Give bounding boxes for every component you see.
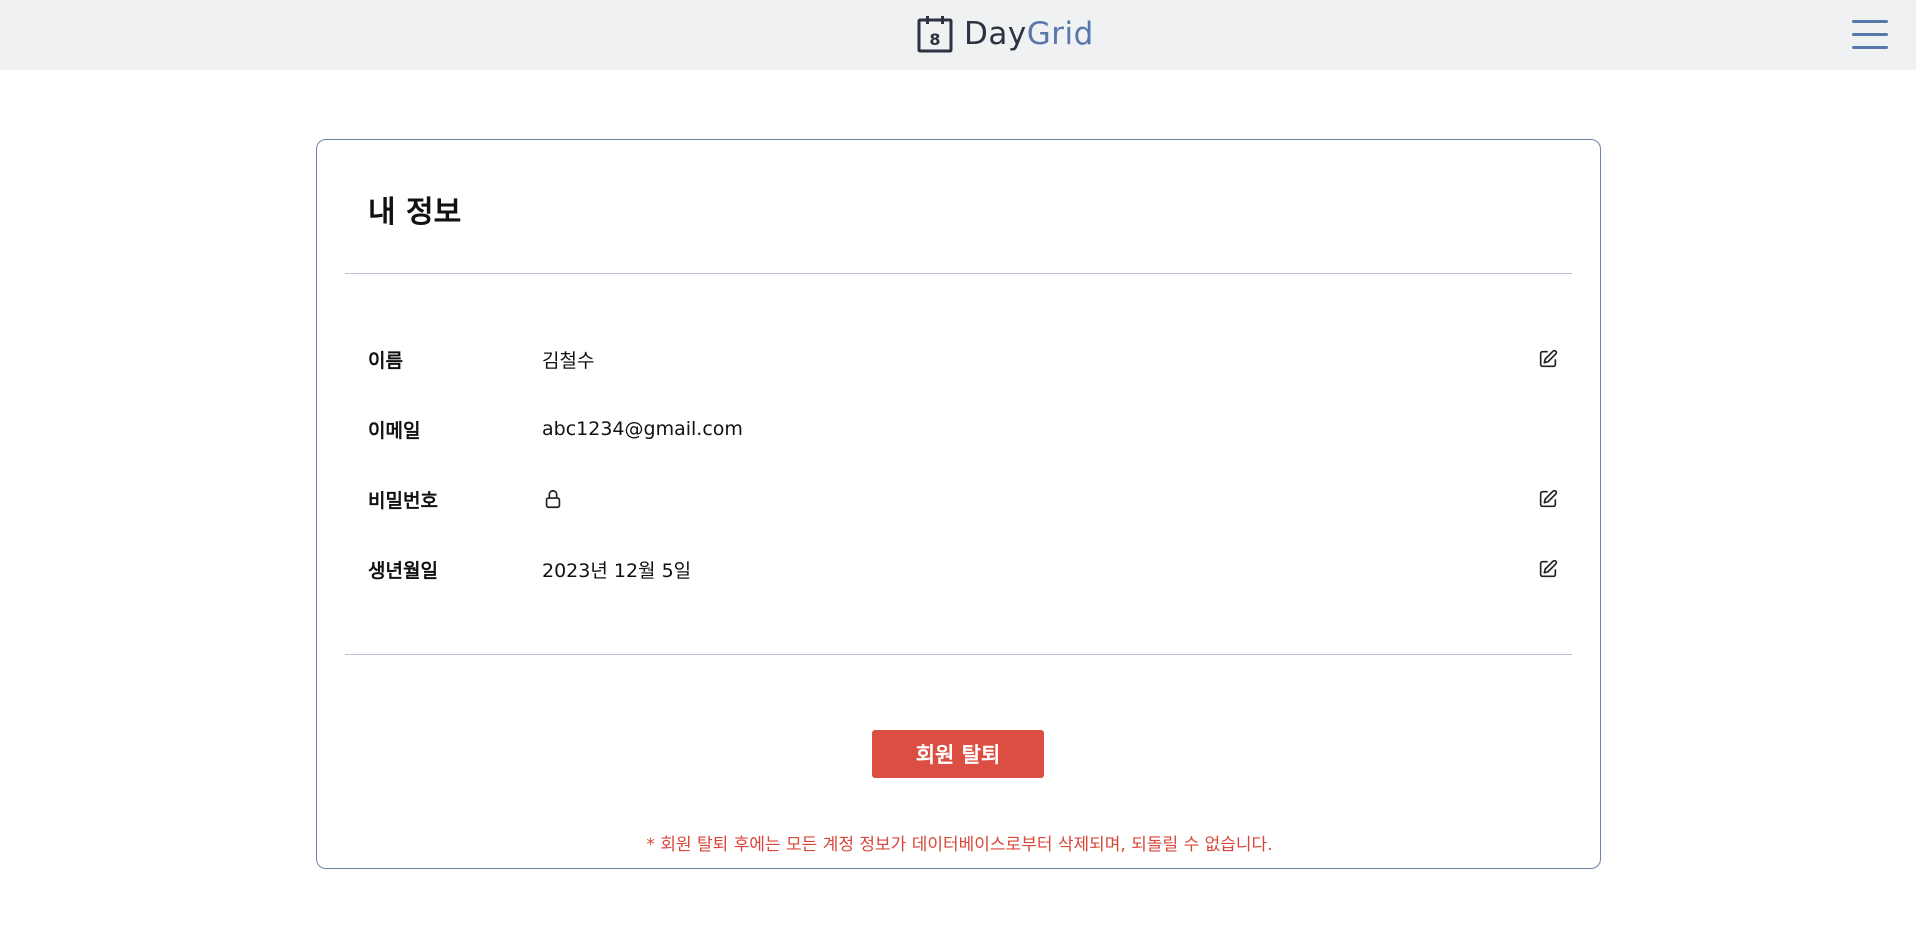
password-value xyxy=(542,488,1536,510)
edit-password-button[interactable] xyxy=(1536,487,1560,511)
logo-text-grid: Grid xyxy=(1026,16,1094,52)
email-value: abc1234@gmail.com xyxy=(542,418,743,440)
logo-text: DayGrid xyxy=(964,14,1094,54)
divider-top xyxy=(345,273,1572,274)
edit-icon xyxy=(1539,489,1558,508)
page-title: 내 정보 xyxy=(368,195,462,230)
calendar-logo-icon: 8 xyxy=(917,16,953,53)
edit-icon xyxy=(1539,559,1558,578)
divider-bottom xyxy=(345,654,1572,655)
logo-number: 8 xyxy=(929,30,940,49)
edit-name-button[interactable] xyxy=(1536,347,1560,371)
birthdate-value: 2023년 12월 5일 xyxy=(542,559,692,582)
name-row: 이름 김철수 xyxy=(368,339,1560,379)
email-row: 이메일 abc1234@gmail.com xyxy=(368,409,1560,449)
logo[interactable]: 8 DayGrid xyxy=(917,14,1094,54)
password-label: 비밀번호 xyxy=(368,489,438,512)
birthdate-label: 생년월일 xyxy=(368,559,438,582)
top-bar: 8 DayGrid xyxy=(0,0,1916,70)
lock-icon xyxy=(542,488,564,510)
edit-birthdate-button[interactable] xyxy=(1536,557,1560,581)
email-label: 이메일 xyxy=(368,419,421,442)
logo-text-day: Day xyxy=(964,16,1027,52)
hamburger-menu-icon xyxy=(1852,20,1888,49)
menu-button[interactable] xyxy=(1852,19,1888,50)
birthdate-row: 생년월일 2023년 12월 5일 xyxy=(368,549,1560,589)
profile-card: 내 정보 이름 김철수 이메일 abc1234@gmail.com 비밀번호 생… xyxy=(316,139,1601,869)
name-value: 김철수 xyxy=(542,349,595,372)
name-label: 이름 xyxy=(368,349,403,372)
withdraw-button[interactable]: 회원 탈퇴 xyxy=(872,730,1044,778)
password-row: 비밀번호 xyxy=(368,479,1560,519)
edit-icon xyxy=(1539,349,1558,368)
withdraw-warning: * 회원 탈퇴 후에는 모든 계정 정보가 데이터베이스로부터 삭제되며, 되돌… xyxy=(646,835,1273,855)
